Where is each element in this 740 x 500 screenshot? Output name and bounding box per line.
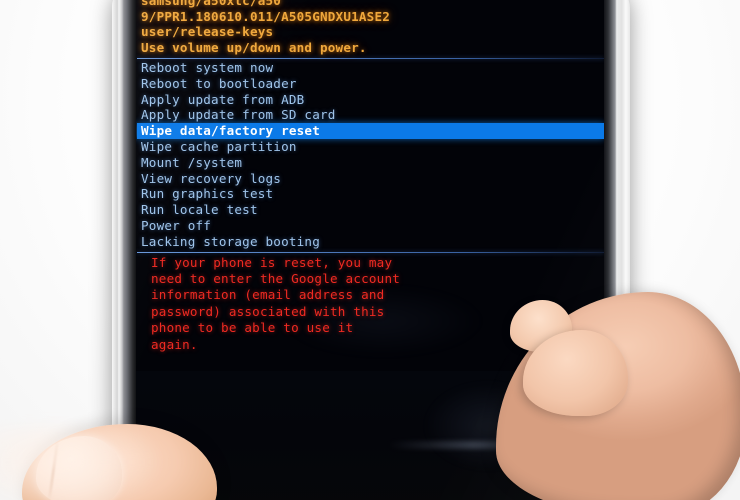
screenshot-stage: Android Recovery samsung/a50xtc/a50 9/PP… [0, 0, 740, 500]
phone-left-bezel [112, 0, 136, 500]
warning-line-1: If your phone is reset, you may [151, 254, 393, 270]
menu-item-run-graphics-test[interactable]: Run graphics test [137, 186, 604, 202]
menu-item-reboot-system-now[interactable]: Reboot system now [137, 60, 604, 76]
menu-item-reboot-to-bootloader[interactable]: Reboot to bootloader [137, 76, 604, 92]
menu-item-apply-update-from-sd-card[interactable]: Apply update from SD card [137, 107, 604, 123]
phone-screen: Android Recovery samsung/a50xtc/a50 9/PP… [133, 0, 608, 500]
screen-reflection-streak [388, 441, 558, 449]
recovery-header: Android Recovery samsung/a50xtc/a50 9/PP… [137, 0, 604, 56]
menu-item-wipe-data-factory-reset[interactable]: Wipe data/factory reset [137, 123, 604, 139]
phone-left-bezel-highlight [118, 0, 123, 500]
menu-item-lacking-storage-booting[interactable]: Lacking storage booting [137, 234, 604, 250]
header-line-device: samsung/a50xtc/a50 [141, 0, 282, 8]
menu-item-view-recovery-logs[interactable]: View recovery logs [137, 171, 604, 187]
menu-item-wipe-cache-partition[interactable]: Wipe cache partition [137, 139, 604, 155]
menu-item-mount-system[interactable]: Mount /system [137, 155, 604, 171]
header-line-keys: user/release-keys [141, 24, 274, 40]
menu-item-apply-update-from-adb[interactable]: Apply update from ADB [137, 92, 604, 108]
phone-right-bezel-highlight [616, 0, 621, 500]
separator-header-menu [137, 57, 604, 59]
header-line-instructions: Use volume up/down and power. [141, 40, 367, 56]
menu-item-run-locale-test[interactable]: Run locale test [137, 202, 604, 218]
warning-line-2: need to enter the Google account [151, 270, 401, 286]
menu-item-power-off[interactable]: Power off [137, 218, 604, 234]
bottom-left-blur-haze [0, 426, 160, 500]
separator-menu-warning [137, 251, 604, 253]
recovery-menu: Reboot system now Reboot to bootloader A… [137, 60, 604, 250]
header-line-build: 9/PPR1.180610.011/A505GNDXU1ASE2 [141, 8, 391, 24]
